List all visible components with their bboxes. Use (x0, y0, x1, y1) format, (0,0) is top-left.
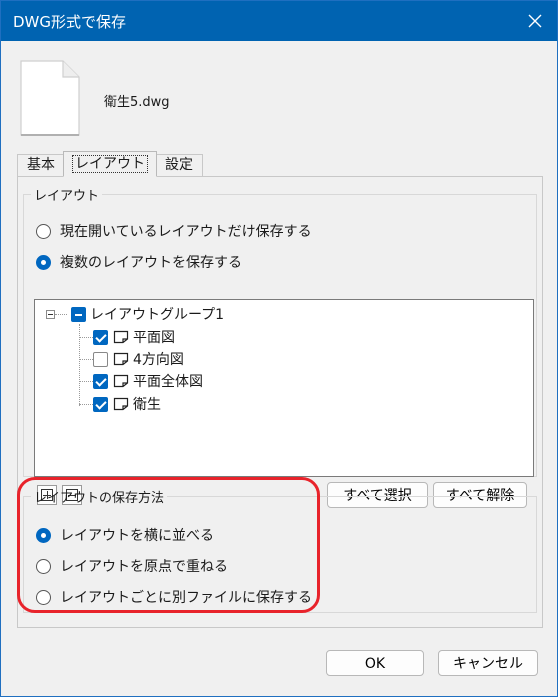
radio-label: レイアウトを横に並べる (60, 528, 214, 544)
tree-item-label: 4方向図 (133, 352, 184, 368)
layout-groupbox: レイアウト 現在開いているレイアウトだけ保存する 複数のレイアウトを保存する レ… (23, 185, 537, 508)
tree-root-label: レイアウトグループ1 (90, 307, 225, 323)
layout-group-legend: レイアウト (34, 189, 100, 204)
radio-save-multiple-layouts[interactable]: 複数のレイアウトを保存する (36, 252, 242, 272)
layout-page-icon (113, 352, 129, 366)
save-method-groupbox: レイアウトの保存方法 レイアウトを横に並べる レイアウトを原点で重ねる レイアウ… (23, 487, 537, 613)
save-method-legend: レイアウトの保存方法 (34, 491, 165, 506)
tree-item-label: 平面全体図 (133, 374, 203, 390)
tab-layout-label: レイアウト (72, 155, 148, 173)
radio-label: レイアウトごとに別ファイルに保存する (60, 590, 312, 606)
close-icon (528, 14, 542, 28)
tree-item-row[interactable]: 4方向図 (93, 349, 184, 369)
radio-label: 現在開いているレイアウトだけ保存する (60, 224, 312, 240)
radio-label: レイアウトを原点で重ねる (60, 559, 228, 575)
tab-layout[interactable]: レイアウト (63, 151, 157, 177)
tree-item-row[interactable]: 衛生 (93, 394, 161, 414)
radio-label: 複数のレイアウトを保存する (60, 255, 242, 271)
radio-indicator (36, 223, 51, 239)
tree-connector (79, 404, 93, 405)
tab-basic[interactable]: 基本 (17, 154, 65, 176)
layout-tree[interactable]: レイアウトグループ1 平面図 4方向図 平面全体図 衛生 (34, 299, 534, 477)
layout-page-icon (113, 397, 129, 411)
tree-item-checkbox[interactable] (93, 351, 108, 367)
dialog-title: DWG形式で保存 (13, 13, 127, 31)
tree-root-row[interactable]: レイアウトグループ1 (46, 304, 224, 324)
tree-item-checkbox[interactable] (93, 396, 108, 412)
tree-item-label: 平面図 (133, 330, 175, 346)
radio-indicator (36, 254, 51, 270)
file-icon (20, 60, 80, 136)
close-button[interactable] (519, 5, 551, 37)
tree-item-label: 衛生 (133, 397, 161, 413)
ok-button[interactable]: OK (326, 650, 424, 676)
radio-indicator (36, 558, 51, 574)
radio-indicator (36, 527, 51, 543)
tree-root-checkbox[interactable] (71, 306, 86, 322)
layout-page-icon (113, 330, 129, 344)
tree-item-row[interactable]: 平面全体図 (93, 371, 203, 391)
layout-tab-panel: レイアウト 現在開いているレイアウトだけ保存する 複数のレイアウトを保存する レ… (17, 176, 543, 628)
tab-basic-label: 基本 (27, 157, 55, 173)
tree-item-checkbox[interactable] (93, 329, 108, 345)
tab-settings[interactable]: 設定 (155, 154, 203, 176)
tab-settings-label: 設定 (165, 157, 193, 173)
tree-item-checkbox[interactable] (93, 373, 108, 389)
tree-connector (79, 359, 93, 360)
radio-indicator (36, 589, 51, 605)
tree-item-row[interactable]: 平面図 (93, 327, 175, 347)
file-name: 衛生5.dwg (104, 95, 170, 110)
radio-separate-files[interactable]: レイアウトごとに別ファイルに保存する (36, 587, 312, 607)
cancel-button[interactable]: キャンセル (438, 650, 538, 676)
collapse-toggle[interactable] (46, 309, 55, 319)
radio-save-current-layout[interactable]: 現在開いているレイアウトだけ保存する (36, 221, 312, 241)
save-as-dwg-dialog: DWG形式で保存 衛生5.dwg 基本 レイアウト 設定 レイアウト 現在開いて… (0, 0, 558, 697)
tree-connector (79, 337, 93, 338)
radio-overlay-at-origin[interactable]: レイアウトを原点で重ねる (36, 556, 228, 576)
radio-arrange-horizontally[interactable]: レイアウトを横に並べる (36, 525, 214, 545)
title-bar: DWG形式で保存 (1, 1, 557, 41)
tree-connector (79, 381, 93, 382)
layout-page-icon (113, 374, 129, 388)
